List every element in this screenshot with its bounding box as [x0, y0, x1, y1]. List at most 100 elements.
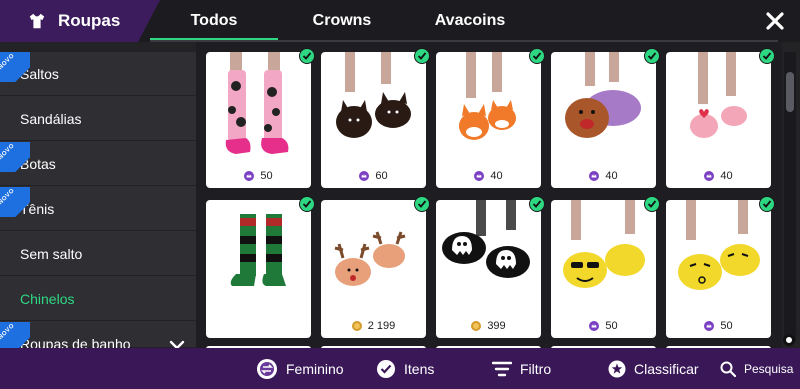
owned-check-icon: [414, 48, 430, 64]
check-circle-icon: [377, 359, 395, 378]
sidebar-item-saltos[interactable]: NOVO Saltos: [0, 52, 196, 96]
owned-check-icon: [299, 48, 315, 64]
price-value: 40: [490, 170, 503, 182]
price-value: 40: [605, 170, 618, 182]
scroll-thumb[interactable]: [786, 72, 794, 112]
item-card[interactable]: 50: [551, 196, 660, 338]
sidebar-item-label: Sem salto: [20, 245, 83, 262]
crown-currency-icon: [589, 171, 600, 181]
new-badge: NOVO: [0, 52, 30, 82]
crown-currency-icon: [704, 321, 715, 331]
filter-label: Filtro: [520, 360, 552, 377]
avacoin-currency-icon: [471, 321, 482, 331]
sidebar-item-sem-salto[interactable]: Sem salto: [0, 232, 196, 276]
new-badge: NOVO: [0, 142, 30, 172]
sort-button[interactable]: Classificar: [608, 348, 699, 389]
price-value: 40: [720, 170, 733, 182]
search-button[interactable]: Pesquisa: [720, 348, 793, 389]
scroll-indicator-dot: [783, 334, 795, 346]
price-value: 50: [605, 320, 618, 332]
new-badge: NOVO: [0, 187, 30, 217]
search-label: Pesquisa: [744, 361, 794, 376]
item-card[interactable]: [206, 196, 315, 338]
crown-currency-icon: [244, 171, 255, 181]
ghost-slippers-image: [442, 200, 530, 278]
sort-label: Classificar: [634, 360, 699, 377]
cool-emoji-slippers-image: [563, 200, 645, 288]
pink-spotted-socks-image: [225, 52, 289, 154]
reindeer-slippers-image: [334, 231, 406, 286]
owned-check-icon: [644, 196, 660, 212]
black-cat-slippers-image: [336, 52, 411, 138]
item-card[interactable]: 50: [666, 196, 775, 338]
bottom-toolbar: Feminino Itens Filtro Classificar Pesqui…: [0, 348, 800, 389]
green-striped-socks-image: [230, 214, 286, 286]
sidebar-item-tenis[interactable]: NOVO Tênis: [0, 187, 196, 231]
avacoin-currency-icon: [351, 321, 362, 331]
items-label: Itens: [404, 360, 435, 377]
price-value: 50: [720, 320, 733, 332]
item-card[interactable]: 50: [206, 48, 315, 188]
tab-avacoins[interactable]: Avacoins: [406, 0, 534, 42]
tab-avacoins-label: Avacoins: [434, 12, 506, 29]
tab-crowns[interactable]: Crowns: [278, 0, 406, 42]
price-tag: 50: [551, 320, 656, 332]
price-tag: 50: [666, 320, 771, 332]
shirt-icon: [29, 13, 45, 29]
price-tag: 399: [436, 320, 541, 332]
tab-crowns-label: Crowns: [312, 12, 372, 29]
tab-todos[interactable]: Todos: [150, 0, 278, 42]
brown-hedgehog-slippers-image: [565, 52, 641, 138]
price-tag: 40: [551, 170, 656, 182]
item-card[interactable]: 399: [436, 196, 545, 338]
filter-button[interactable]: Filtro: [492, 348, 551, 389]
owned-check-icon: [529, 48, 545, 64]
gender-toggle-button[interactable]: Feminino: [256, 348, 344, 389]
owned-check-icon: [529, 196, 545, 212]
tab-todos-label: Todos: [190, 12, 238, 29]
price-tag: 40: [436, 170, 541, 182]
price-value: 399: [487, 320, 506, 332]
price-tag: 50: [206, 170, 311, 182]
price-tag: 60: [321, 170, 426, 182]
grid-scrollbar[interactable]: [784, 52, 796, 342]
gender-swap-icon: [257, 358, 277, 379]
price-tag: 40: [666, 170, 771, 182]
item-grid: 50 60 40 40 40 2 199 399 50 50: [196, 42, 782, 352]
kiss-emoji-slippers-image: [678, 200, 760, 290]
subcategory-sidebar: NOVO Saltos Sandálias NOVO Botas NOVO Tê…: [0, 52, 196, 352]
wardrobe-screen: Roupas Todos Crowns Avacoins NOVO Saltos…: [0, 0, 800, 389]
item-card[interactable]: 60: [321, 48, 430, 188]
crown-currency-icon: [589, 321, 600, 331]
crown-currency-icon: [474, 171, 485, 181]
sidebar-item-label: Sandálias: [20, 110, 82, 127]
price-value: 60: [375, 170, 388, 182]
sidebar-item-roupas-de-banho[interactable]: NOVO Roupas de banho: [0, 322, 196, 352]
item-card[interactable]: 40: [666, 48, 775, 188]
gender-label: Feminino: [286, 360, 344, 377]
price-value: 50: [260, 170, 273, 182]
item-card[interactable]: 40: [551, 48, 660, 188]
pink-heart-slides-image: [690, 52, 747, 138]
sidebar-item-botas[interactable]: NOVO Botas: [0, 142, 196, 186]
sidebar-item-label: Chinelos: [20, 290, 75, 307]
sort-badge-icon: [608, 360, 626, 377]
item-card[interactable]: 40: [436, 48, 545, 188]
search-icon: [720, 361, 736, 377]
header: Roupas Todos Crowns Avacoins: [0, 0, 800, 42]
items-toggle-button[interactable]: Itens: [376, 348, 434, 389]
filter-icon: [492, 361, 512, 376]
owned-check-icon: [644, 48, 660, 64]
sidebar-item-sandalias[interactable]: Sandálias: [0, 97, 196, 141]
price-value: 2 199: [367, 320, 396, 332]
category-header[interactable]: Roupas: [0, 0, 160, 42]
owned-check-icon: [759, 48, 775, 64]
owned-check-icon: [414, 196, 430, 212]
crown-currency-icon: [359, 171, 370, 181]
close-icon[interactable]: [760, 6, 790, 36]
fox-slippers-image: [459, 52, 516, 140]
crown-currency-icon: [704, 171, 715, 181]
item-card[interactable]: 2 199: [321, 196, 430, 338]
price-tag: 2 199: [321, 320, 426, 332]
sidebar-item-chinelos[interactable]: Chinelos: [0, 277, 196, 321]
